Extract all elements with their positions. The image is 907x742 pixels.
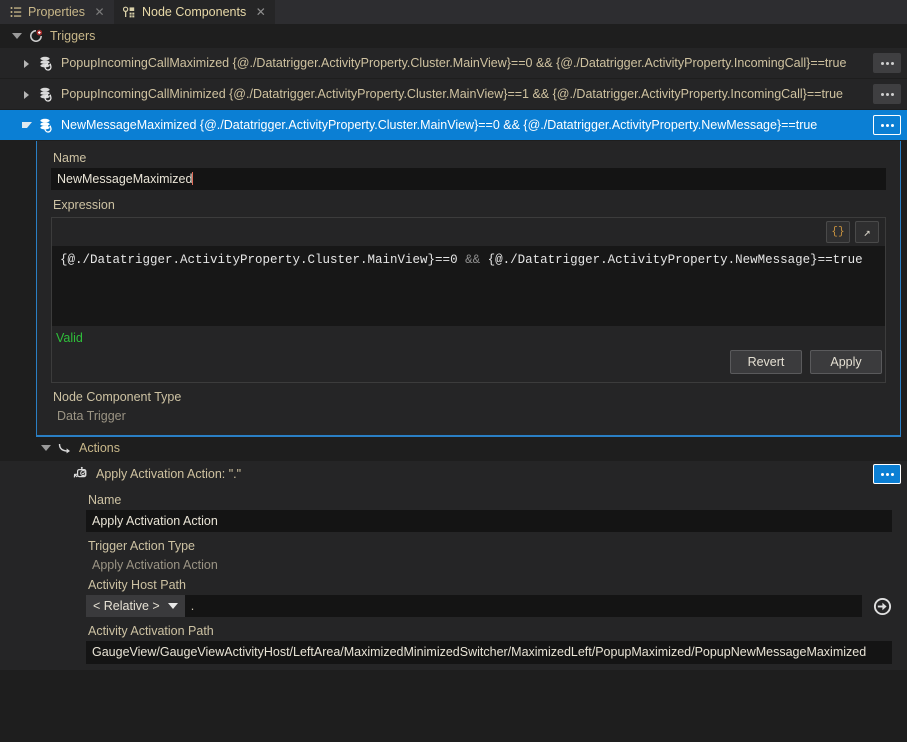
activity-host-path-value: .: [185, 599, 194, 613]
expression-textarea[interactable]: {@./Datatrigger.ActivityProperty.Cluster…: [52, 246, 885, 326]
actions-section-label: Actions: [79, 441, 120, 455]
navigate-to-icon[interactable]: [871, 595, 893, 617]
activity-host-path-row: < Relative > .: [86, 595, 893, 617]
trigger-row-label: PopupIncomingCallMinimized {@./Datatrigg…: [61, 87, 873, 101]
tab-properties[interactable]: Properties ✕: [0, 0, 114, 24]
chevron-right-icon[interactable]: [22, 90, 31, 99]
data-trigger-icon: [37, 116, 55, 134]
text-caret: [192, 172, 193, 185]
node-component-type-value: Data Trigger: [51, 407, 886, 425]
trigger-action-type-label: Trigger Action Type: [86, 532, 893, 556]
action-name-value: Apply Activation Action: [92, 514, 218, 528]
panel-bottom-border: [37, 435, 900, 436]
chevron-down-icon[interactable]: [22, 121, 31, 130]
expression-editor: {} ↗ {@./Datatrigger.ActivityProperty.Cl…: [51, 217, 886, 383]
actions-section-header[interactable]: Actions: [0, 437, 907, 459]
action-row[interactable]: Apply Activation Action: ".": [0, 461, 907, 487]
close-icon[interactable]: ✕: [254, 6, 267, 19]
revert-button[interactable]: Revert: [730, 350, 802, 374]
expression-label: Expression: [51, 190, 886, 215]
action-row-menu-button[interactable]: [873, 464, 901, 484]
expression-validity-status: Valid: [52, 326, 885, 350]
node-components-icon: [123, 6, 136, 19]
chevron-down-icon: [168, 603, 178, 609]
activity-host-path-mode-label: < Relative >: [93, 599, 160, 613]
panel-body: Triggers PopupIncomingCallMaximized {@./…: [0, 25, 907, 742]
node-component-type-label: Node Component Type: [51, 383, 886, 407]
activity-activation-path-label: Activity Activation Path: [86, 617, 893, 641]
trigger-row-label: PopupIncomingCallMaximized {@./Datatrigg…: [61, 56, 873, 70]
chevron-down-icon[interactable]: [41, 444, 50, 453]
activity-host-path-label: Activity Host Path: [86, 574, 893, 595]
trigger-row-menu-button[interactable]: [873, 115, 901, 135]
trigger-row[interactable]: PopupIncomingCallMinimized {@./Datatrigg…: [0, 79, 907, 109]
chevron-right-icon[interactable]: [22, 59, 31, 68]
activity-activation-path-input[interactable]: GaugeView/GaugeViewActivityHost/LeftArea…: [86, 641, 892, 664]
expression-part1: {@./Datatrigger.ActivityProperty.Cluster…: [60, 253, 465, 267]
chevron-down-icon[interactable]: [12, 32, 21, 41]
expression-operator: &&: [465, 253, 480, 267]
trigger-action-type-value: Apply Activation Action: [86, 556, 893, 574]
triggers-section-header[interactable]: Triggers: [0, 25, 907, 47]
expand-editor-icon[interactable]: ↗: [855, 221, 879, 243]
action-row-label: Apply Activation Action: ".": [96, 467, 241, 481]
trigger-detail-panel: Name NewMessageMaximized Expression {} ↗…: [36, 141, 901, 437]
tab-node-components[interactable]: Node Components ✕: [114, 0, 275, 24]
triggers-section-label: Triggers: [50, 29, 95, 43]
action-name-input[interactable]: Apply Activation Action: [86, 510, 892, 532]
tab-bar: Properties ✕ Node Components ✕: [0, 0, 907, 25]
trigger-row-menu-button[interactable]: [873, 53, 901, 73]
trigger-row-label: NewMessageMaximized {@./Datatrigger.Acti…: [61, 118, 873, 132]
trigger-row-menu-button[interactable]: [873, 84, 901, 104]
apply-activation-action-icon: [72, 466, 89, 483]
trigger-row[interactable]: PopupIncomingCallMaximized {@./Datatrigg…: [0, 48, 907, 78]
data-trigger-icon: [37, 85, 55, 103]
apply-button[interactable]: Apply: [810, 350, 882, 374]
activity-host-path-mode-dropdown[interactable]: < Relative >: [86, 595, 185, 617]
action-arrow-icon: [57, 441, 72, 456]
action-detail-panel: Name Apply Activation Action Trigger Act…: [0, 487, 907, 670]
tab-properties-label: Properties: [28, 5, 85, 19]
close-icon[interactable]: ✕: [93, 6, 106, 19]
node-components-panel: Properties ✕ Node Components ✕: [0, 0, 907, 742]
trigger-row-selected[interactable]: NewMessageMaximized {@./Datatrigger.Acti…: [0, 110, 907, 140]
tab-node-components-label: Node Components: [142, 5, 246, 19]
braces-icon[interactable]: {}: [826, 221, 850, 243]
activity-host-path-input[interactable]: < Relative > .: [86, 595, 862, 617]
expression-toolbar: {} ↗: [52, 218, 885, 246]
list-icon: [9, 6, 22, 19]
trigger-circle-icon: [28, 29, 43, 44]
data-trigger-icon: [37, 54, 55, 72]
trigger-name-input[interactable]: NewMessageMaximized: [51, 168, 886, 190]
trigger-name-value: NewMessageMaximized: [57, 172, 192, 186]
name-label: Name: [51, 149, 886, 168]
action-name-label: Name: [86, 491, 893, 510]
expression-part2: {@./Datatrigger.ActivityProperty.NewMess…: [480, 253, 863, 267]
expression-button-row: Revert Apply: [52, 350, 885, 382]
